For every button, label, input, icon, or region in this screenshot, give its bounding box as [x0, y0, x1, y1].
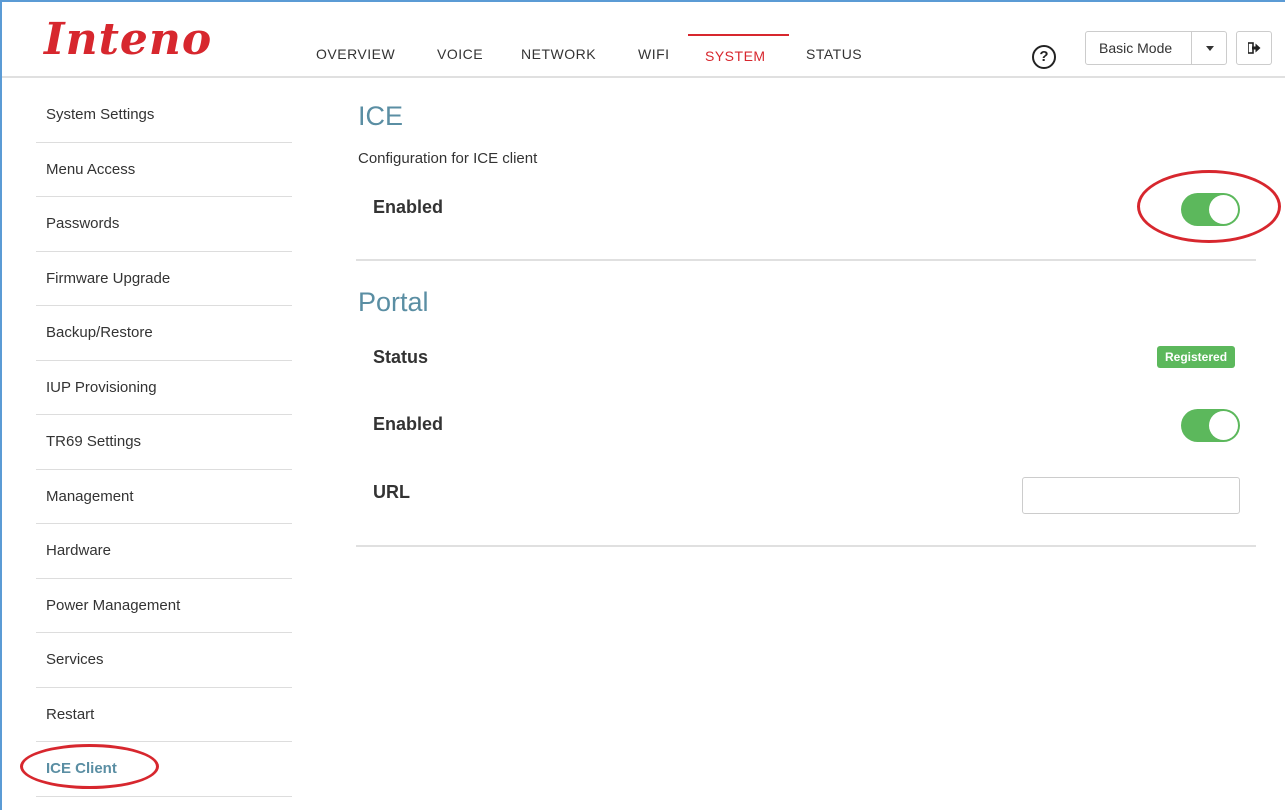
- sidebar-item-firmware-upgrade[interactable]: Firmware Upgrade: [36, 252, 292, 306]
- toggle-knob: [1209, 195, 1238, 224]
- sidebar-item-backup-restore[interactable]: Backup/Restore: [36, 306, 292, 361]
- caret-down-icon[interactable]: [1206, 46, 1214, 51]
- toggle-knob: [1209, 411, 1238, 440]
- sidebar-item-power-management[interactable]: Power Management: [36, 579, 292, 633]
- nav-voice[interactable]: VOICE: [437, 46, 483, 62]
- system-sidebar: System Settings Menu Access Passwords Fi…: [36, 88, 292, 797]
- mode-select-divider: [1191, 32, 1192, 64]
- logout-icon: [1248, 42, 1261, 54]
- portal-url-label: URL: [373, 482, 410, 502]
- window-frame-top: [0, 0, 1285, 2]
- logout-button[interactable]: [1236, 31, 1272, 65]
- portal-section-title: Portal: [358, 287, 429, 317]
- sidebar-item-ice-client[interactable]: ICE Client: [36, 742, 292, 797]
- nav-overview[interactable]: OVERVIEW: [316, 46, 395, 62]
- ice-enabled-label: Enabled: [373, 197, 444, 217]
- section-divider: [356, 259, 1256, 261]
- help-icon[interactable]: ?: [1032, 45, 1056, 69]
- window-frame-left: [0, 0, 2, 810]
- sidebar-item-tr69-settings[interactable]: TR69 Settings: [36, 415, 292, 470]
- inteno-logo[interactable]: Inteno: [44, 14, 212, 66]
- ice-section-description: Configuration for ICE client: [358, 150, 538, 167]
- mode-select-value: Basic Mode: [1099, 40, 1173, 56]
- sidebar-item-hardware[interactable]: Hardware: [36, 524, 292, 579]
- nav-active-indicator: [688, 34, 789, 36]
- top-header: Inteno OVERVIEW VOICE NETWORK WIFI SYSTE…: [0, 0, 1285, 78]
- nav-system[interactable]: SYSTEM: [705, 48, 766, 64]
- nav-status[interactable]: STATUS: [806, 46, 862, 62]
- portal-enabled-label: Enabled: [373, 414, 444, 434]
- section-divider: [356, 545, 1256, 547]
- portal-enabled-toggle[interactable]: [1181, 409, 1240, 442]
- sidebar-item-menu-access[interactable]: Menu Access: [36, 143, 292, 197]
- sidebar-item-iup-provisioning[interactable]: IUP Provisioning: [36, 361, 292, 415]
- status-badge: Registered: [1157, 346, 1236, 368]
- ice-enabled-toggle[interactable]: [1181, 193, 1240, 226]
- mode-select[interactable]: Basic Mode: [1085, 31, 1227, 65]
- nav-network[interactable]: NETWORK: [521, 46, 596, 62]
- sidebar-item-services[interactable]: Services: [36, 633, 292, 688]
- sidebar-item-management[interactable]: Management: [36, 470, 292, 524]
- sidebar-item-passwords[interactable]: Passwords: [36, 197, 292, 252]
- ice-section-title: ICE: [358, 101, 404, 131]
- portal-url-input[interactable]: [1022, 477, 1240, 514]
- sidebar-item-system-settings[interactable]: System Settings: [36, 88, 292, 143]
- nav-wifi[interactable]: WIFI: [638, 46, 670, 62]
- portal-status-label: Status: [373, 347, 429, 367]
- sidebar-item-restart[interactable]: Restart: [36, 688, 292, 742]
